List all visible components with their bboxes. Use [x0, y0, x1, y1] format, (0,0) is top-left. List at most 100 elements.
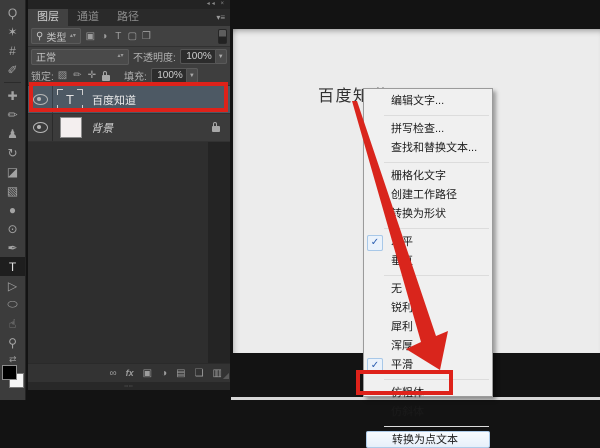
annotation-box-layer-row [29, 82, 228, 112]
new-layer-icon[interactable]: ❏ [195, 368, 204, 379]
type-tool-icon[interactable]: T [0, 257, 25, 276]
eyedropper-tool-icon[interactable]: ✐ [0, 60, 25, 79]
lock-position-icon[interactable]: ✛ [88, 70, 96, 81]
brush-tool-icon[interactable]: ✏ [0, 105, 25, 124]
menu-item[interactable]: 拼写检查... [364, 120, 492, 139]
tools-palette: Ϙ ✶ # ✐ ✚ ✏ ♟ ↻ ◪ ▧ ● ⊙ ✒ T ▷ ⬭ ☝ ⚲ ⇄ [0, 0, 26, 400]
menu-separator [364, 158, 492, 167]
layer-style-icon[interactable]: fx [126, 368, 134, 378]
tab-layers[interactable]: 图层 [28, 9, 68, 26]
blend-mode-dropdown[interactable]: 正常 ▴▾ [31, 48, 129, 65]
panel-menu-icon[interactable]: ▾≡ [216, 9, 230, 26]
lock-transparent-pixels-icon[interactable]: ▨ [58, 70, 67, 81]
menu-separator [364, 271, 492, 280]
menu-separator [364, 111, 492, 120]
visibility-toggle[interactable] [28, 114, 53, 141]
scrollbar-gutter[interactable] [208, 142, 230, 363]
search-icon: ⚲ [36, 30, 44, 42]
panel-header-bar: ◂◂ × [28, 0, 230, 9]
foreground-color-swatch[interactable] [2, 365, 17, 380]
layer-row[interactable]: 背景 [28, 114, 230, 142]
blend-mode-value: 正常 [36, 53, 56, 64]
blur-tool-icon[interactable]: ● [0, 200, 25, 219]
filter-shape-layers-icon[interactable]: ▢ [125, 31, 139, 42]
menu-item[interactable]: 锐利 [364, 299, 492, 318]
tab-paths[interactable]: 路径 [108, 9, 148, 26]
menu-item[interactable]: 转换为形状 [364, 205, 492, 224]
tab-channels[interactable]: 通道 [68, 9, 108, 26]
pen-tool-icon[interactable]: ✒ [0, 238, 25, 257]
blend-mode-row: 正常 ▴▾ 不透明度: 100% ▼ [28, 47, 230, 66]
history-brush-tool-icon[interactable]: ↻ [0, 143, 25, 162]
add-layer-mask-icon[interactable]: ▣ [143, 368, 152, 379]
swap-colors-icon[interactable]: ⇄ [9, 354, 17, 365]
lock-image-pixels-icon[interactable]: ✏ [73, 70, 81, 81]
hand-tool-icon[interactable]: ☝ [0, 314, 25, 333]
menu-item[interactable]: 仿斜体 [364, 403, 492, 422]
menu-item[interactable]: ✓ 水平 [364, 233, 492, 252]
adjustment-layer-icon[interactable]: ◑ [161, 368, 167, 379]
fill-value[interactable]: 100% [150, 68, 187, 83]
fill-dropdown-icon[interactable]: ▼ [186, 68, 198, 83]
context-menu: 编辑文字... 拼写检查... 查找和替换文本... 栅格化文字创建工作路径转换为形状… [363, 88, 493, 448]
layers-bottom-bar: ∞ fx ▣ ◑ ▤ ❏ ▥ ◢ [28, 363, 230, 382]
magic-wand-tool-icon[interactable]: ✶ [0, 22, 25, 41]
link-layers-icon[interactable]: ∞ [109, 368, 116, 379]
filter-toggle-switch[interactable] [218, 28, 227, 44]
menu-item-label: 浑厚 [391, 340, 413, 352]
fill-label: 填充: [124, 72, 147, 83]
menu-item[interactable]: 浑厚 [364, 337, 492, 356]
menu-item-label: 锐利 [391, 302, 413, 314]
menu-item-label: 拼写检查... [391, 123, 445, 135]
padlock-icon [212, 121, 220, 132]
lasso-tool-icon[interactable]: Ϙ [0, 3, 25, 22]
menu-item[interactable]: 无 [364, 280, 492, 299]
menu-item-label: 犀利 [391, 321, 413, 333]
shape-tool-icon[interactable]: ⬭ [0, 295, 25, 314]
panel-resize-grip[interactable]: ┅┅ [28, 382, 230, 390]
menu-item[interactable]: 编辑文字... [364, 92, 492, 111]
menu-item[interactable]: 转换为点文本 [366, 431, 490, 448]
menu-item-label: 查找和替换文本... [391, 142, 478, 154]
new-group-icon[interactable]: ▤ [176, 368, 185, 379]
gradient-tool-icon[interactable]: ▧ [0, 181, 25, 200]
filter-adjustment-layers-icon[interactable]: ◑ [97, 31, 111, 42]
panel-resize-corner-icon[interactable]: ◢ [223, 371, 229, 380]
tools-list: Ϙ ✶ # ✐ ✚ ✏ ♟ ↻ ◪ ▧ ● ⊙ ✒ T ▷ ⬭ ☝ ⚲ [0, 3, 25, 352]
menu-item-label: 垂直 [391, 255, 413, 267]
menu-item[interactable]: 栅格化文字 [364, 167, 492, 186]
filter-type-layers-icon[interactable]: T [111, 31, 125, 42]
menu-item-label: 仿斜体 [391, 406, 424, 418]
dodge-tool-icon[interactable]: ⊙ [0, 219, 25, 238]
path-selection-tool-icon[interactable]: ▷ [0, 276, 25, 295]
eye-icon [32, 122, 48, 133]
menu-item[interactable]: 查找和替换文本... [364, 139, 492, 158]
menu-item-label: 转换为形状 [391, 208, 446, 220]
menu-item[interactable]: 犀利 [364, 318, 492, 337]
menu-item[interactable]: 创建工作路径 [364, 186, 492, 205]
filter-kind-dropdown[interactable]: ⚲ 类型 ▴▾ [31, 28, 82, 44]
zoom-tool-icon[interactable]: ⚲ [0, 333, 25, 352]
layer-lock-icon [212, 119, 220, 137]
healing-brush-tool-icon[interactable]: ✚ [0, 86, 25, 105]
updown-arrows-icon: ▴▾ [69, 32, 76, 39]
menu-item-label: 无 [391, 283, 402, 295]
opacity-value[interactable]: 100% [179, 49, 216, 64]
filter-smart-objects-icon[interactable]: ❐ [139, 31, 153, 42]
lock-all-icon[interactable] [102, 70, 111, 81]
clone-stamp-tool-icon[interactable]: ♟ [0, 124, 25, 143]
opacity-dropdown-icon[interactable]: ▼ [215, 49, 227, 64]
collapse-panels-icon[interactable]: ◂◂ [207, 1, 217, 7]
layer-name[interactable]: 背景 [91, 120, 113, 136]
filter-kind-label: 类型 [46, 32, 67, 44]
menu-item[interactable]: 垂直 [364, 252, 492, 271]
close-panel-icon[interactable]: × [220, 1, 226, 7]
crop-tool-icon[interactable]: # [0, 41, 25, 60]
background-layer-thumbnail[interactable] [60, 117, 82, 138]
panel-tabs: 图层 通道 路径 ▾≡ [28, 9, 230, 26]
delete-layer-icon[interactable]: ▥ [213, 368, 222, 379]
eraser-tool-icon[interactable]: ◪ [0, 162, 25, 181]
layer-filter-row: ⚲ 类型 ▴▾ ▣ ◑ T ▢ ❐ [28, 26, 230, 47]
menu-item-label: 栅格化文字 [391, 170, 446, 182]
filter-pixel-layers-icon[interactable]: ▣ [83, 31, 97, 42]
